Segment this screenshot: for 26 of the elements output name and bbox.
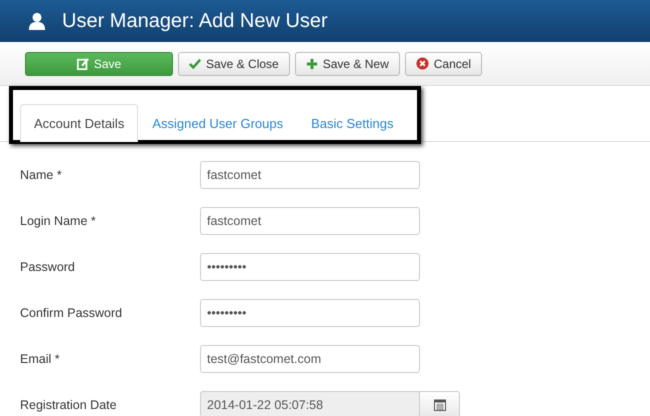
save-button[interactable]: Save & New [294, 52, 400, 76]
edit-icon [76, 58, 89, 70]
input-field[interactable]: ••••••••• [200, 299, 420, 327]
field-label: Name * [20, 168, 63, 182]
plus-icon [306, 58, 318, 70]
field-label: Confirm Password [20, 306, 124, 320]
calendar-icon [434, 399, 446, 411]
user-icon [28, 12, 46, 30]
field-label: Password [20, 260, 76, 274]
calendar-button[interactable] [420, 391, 460, 416]
cancel-button[interactable]: Cancel [404, 52, 482, 76]
input-field[interactable]: test@fastcomet.com [200, 345, 420, 373]
cancel-icon [416, 57, 429, 70]
save-button[interactable]: Save & Close [178, 52, 290, 76]
tab[interactable]: Basic Settings [297, 104, 408, 142]
input-field[interactable]: ••••••••• [200, 253, 420, 281]
field-label: Email * [20, 352, 61, 366]
check-icon [189, 58, 201, 70]
input-field[interactable]: fastcomet [200, 161, 420, 189]
tab[interactable]: Account Details [20, 104, 138, 142]
field-label: Login Name * [20, 214, 97, 228]
input-field[interactable]: 2014-01-22 05:07:58 [200, 391, 420, 416]
field-label: Registration Date [20, 398, 118, 412]
tab[interactable]: Assigned User Groups [138, 104, 298, 142]
window-title: User Manager: Add New User [62, 10, 328, 32]
input-field[interactable]: fastcomet [200, 207, 420, 235]
